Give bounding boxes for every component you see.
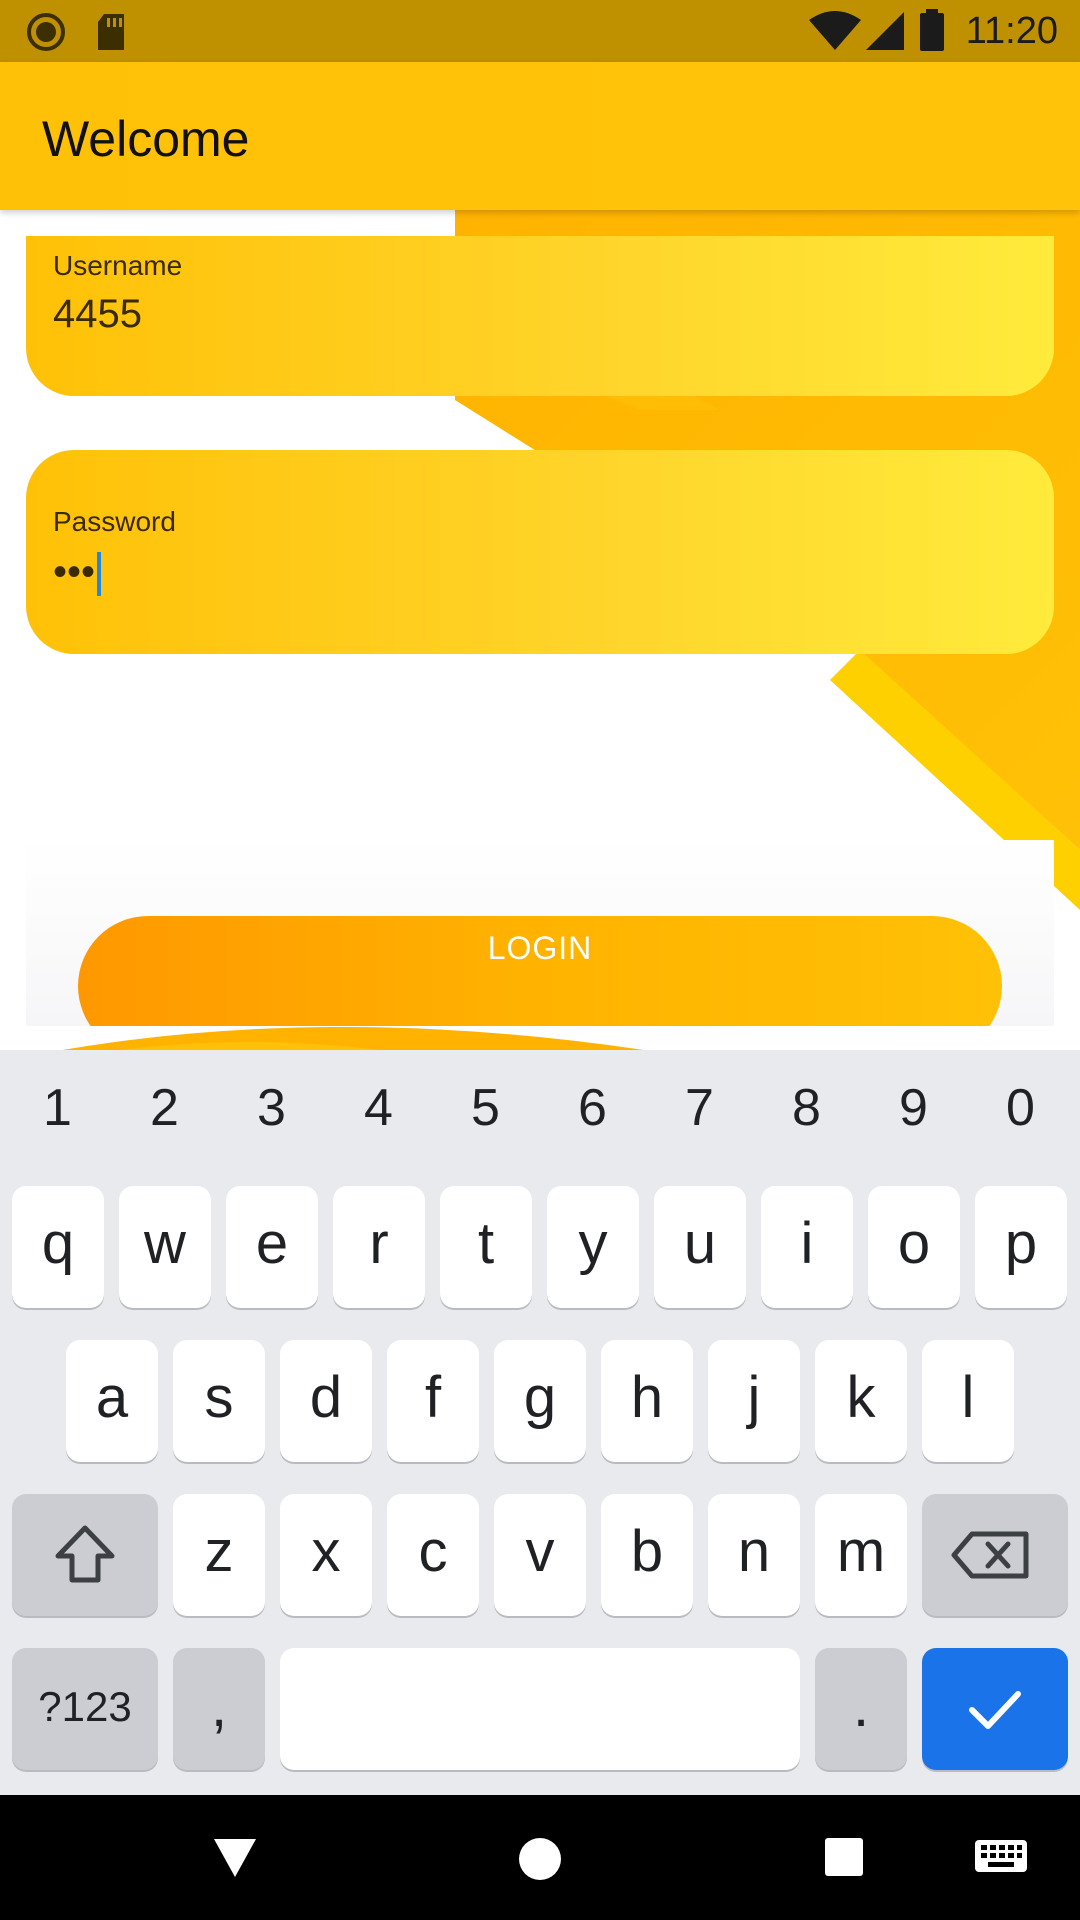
key-4[interactable]: 4 (325, 1078, 432, 1138)
page-title: Welcome (42, 111, 250, 167)
sd-card-icon (98, 14, 124, 50)
keyboard-icon[interactable] (974, 1839, 1028, 1877)
shift-icon (55, 1525, 115, 1583)
cell-signal-icon (866, 12, 904, 50)
key-6[interactable]: 6 (539, 1078, 646, 1138)
key-2[interactable]: 2 (111, 1078, 218, 1138)
space-key[interactable] (280, 1648, 800, 1770)
key-b[interactable]: b (601, 1494, 693, 1616)
key-f[interactable]: f (387, 1340, 479, 1462)
key-p[interactable]: p (975, 1186, 1067, 1308)
key-v[interactable]: v (494, 1494, 586, 1616)
key-z[interactable]: z (173, 1494, 265, 1616)
key-3[interactable]: 3 (218, 1078, 325, 1138)
login-button-label: LOGIN (487, 930, 593, 966)
home-icon[interactable] (518, 1837, 562, 1881)
key-9[interactable]: 9 (860, 1078, 967, 1138)
password-input[interactable]: ••• (53, 550, 102, 597)
key-x[interactable]: x (280, 1494, 372, 1616)
key-1[interactable]: 1 (4, 1078, 111, 1138)
key-w[interactable]: w (119, 1186, 211, 1308)
text-cursor (97, 552, 102, 597)
key-n[interactable]: n (708, 1494, 800, 1616)
password-value: ••• (53, 550, 96, 594)
key-a[interactable]: a (66, 1340, 158, 1462)
key-q[interactable]: q (12, 1186, 104, 1308)
password-label: Password (53, 506, 176, 537)
enter-key[interactable] (922, 1648, 1068, 1770)
login-area: LOGIN (26, 840, 1054, 1026)
battery-icon (920, 9, 944, 51)
key-k[interactable]: k (815, 1340, 907, 1462)
key-j[interactable]: j (708, 1340, 800, 1462)
decorative-arc (40, 1027, 670, 1054)
key-8[interactable]: 8 (753, 1078, 860, 1138)
key-7[interactable]: 7 (646, 1078, 753, 1138)
recents-icon[interactable] (824, 1837, 864, 1877)
key-e[interactable]: e (226, 1186, 318, 1308)
status-time: 11:20 (965, 10, 1058, 52)
password-field[interactable]: Password ••• (26, 450, 1054, 654)
key-g[interactable]: g (494, 1340, 586, 1462)
key-o[interactable]: o (868, 1186, 960, 1308)
key-d[interactable]: d (280, 1340, 372, 1462)
navigation-bar (0, 1795, 1080, 1920)
soft-keyboard: 1 2 3 4 5 6 7 8 9 0 q w e r t y u i o p … (0, 1050, 1080, 1795)
wifi-icon (809, 11, 861, 50)
key-l[interactable]: l (922, 1340, 1014, 1462)
back-icon[interactable] (212, 1837, 258, 1879)
number-row: 1 2 3 4 5 6 7 8 9 0 (0, 1078, 1080, 1158)
key-i[interactable]: i (761, 1186, 853, 1308)
key-h[interactable]: h (601, 1340, 693, 1462)
key-t[interactable]: t (440, 1186, 532, 1308)
backspace-key[interactable] (922, 1494, 1068, 1616)
comma-key[interactable]: , (173, 1648, 265, 1770)
key-m[interactable]: m (815, 1494, 907, 1616)
key-s[interactable]: s (173, 1340, 265, 1462)
username-label: Username (53, 250, 183, 281)
key-0[interactable]: 0 (967, 1078, 1074, 1138)
period-key[interactable]: . (815, 1648, 907, 1770)
username-input[interactable]: 4455 (53, 292, 142, 337)
key-5[interactable]: 5 (432, 1078, 539, 1138)
key-y[interactable]: y (547, 1186, 639, 1308)
username-field[interactable]: Username 4455 (26, 236, 1054, 396)
key-c[interactable]: c (387, 1494, 479, 1616)
login-button[interactable]: LOGIN (78, 916, 1002, 1026)
status-bar: 11:20 (0, 0, 1080, 62)
app-bar: Welcome (0, 62, 1080, 210)
record-icon (27, 13, 65, 51)
shift-key[interactable] (12, 1494, 158, 1616)
backspace-icon (951, 1531, 1029, 1579)
checkmark-icon (969, 1691, 1021, 1729)
key-r[interactable]: r (333, 1186, 425, 1308)
symbols-key[interactable]: ?123 (12, 1648, 158, 1770)
key-u[interactable]: u (654, 1186, 746, 1308)
